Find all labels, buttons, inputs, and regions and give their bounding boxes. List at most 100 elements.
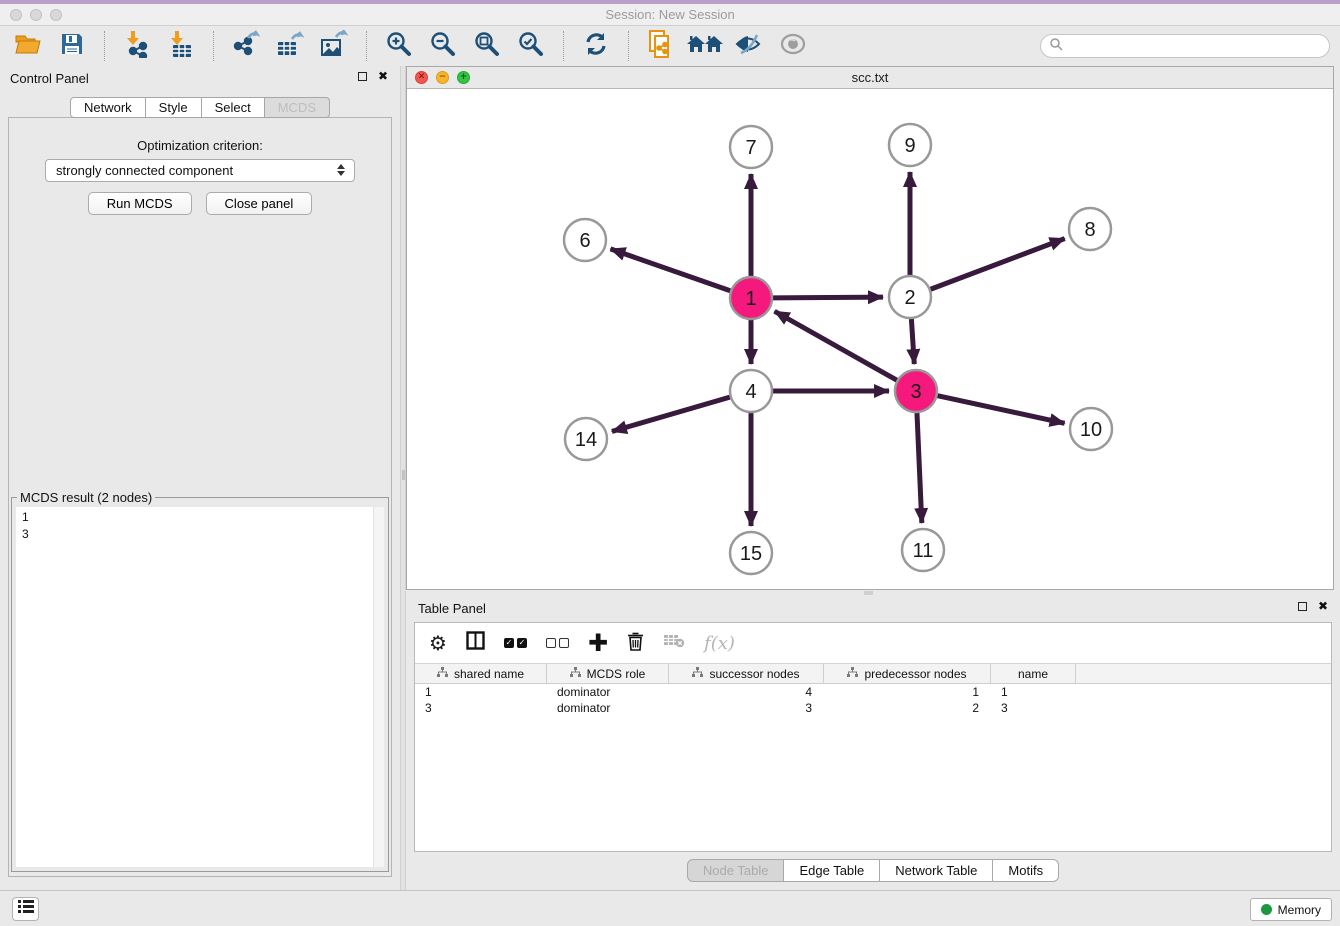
- svg-text:15: 15: [740, 543, 762, 565]
- open-folder-icon: [15, 33, 41, 60]
- export-image-button[interactable]: [312, 29, 356, 63]
- close-panel-icon[interactable]: ✖: [378, 71, 388, 81]
- node-11[interactable]: 11: [902, 529, 944, 571]
- tab-node-table[interactable]: Node Table: [687, 859, 785, 882]
- table-cell[interactable]: 2: [824, 700, 991, 716]
- node-14[interactable]: 14: [565, 418, 607, 460]
- column-header-successor-nodes[interactable]: successor nodes: [669, 664, 824, 683]
- table-cell[interactable]: dominator: [547, 684, 669, 700]
- close-table-panel-icon[interactable]: ✖: [1318, 601, 1328, 611]
- zoom-out-button[interactable]: [421, 29, 465, 63]
- edge-3-10[interactable]: [937, 396, 1064, 424]
- node-7[interactable]: 7: [730, 126, 772, 168]
- column-header-shared-name[interactable]: shared name: [415, 664, 547, 683]
- table-cell[interactable]: 1: [824, 684, 991, 700]
- search-input[interactable]: [1068, 39, 1321, 53]
- column-header-MCDS-role[interactable]: MCDS role: [547, 664, 669, 683]
- edge-1-2[interactable]: [773, 297, 883, 298]
- table-cell[interactable]: 1: [991, 684, 1076, 700]
- float-table-panel-icon[interactable]: [1298, 602, 1307, 611]
- tab-network[interactable]: Network: [70, 97, 146, 118]
- edge-4-14[interactable]: [612, 397, 730, 431]
- tree-sort-icon: [570, 667, 581, 681]
- network-window-titlebar[interactable]: ✕ − + scc.txt: [407, 67, 1333, 89]
- tab-network-table[interactable]: Network Table: [880, 859, 993, 882]
- open-session-button[interactable]: [6, 29, 50, 63]
- node-10[interactable]: 10: [1070, 408, 1112, 450]
- node-15[interactable]: 15: [730, 532, 772, 574]
- column-header-name[interactable]: name: [991, 664, 1076, 683]
- tab-select[interactable]: Select: [202, 97, 265, 118]
- deselect-all-rows-icon[interactable]: [546, 638, 569, 648]
- tab-style[interactable]: Style: [146, 97, 202, 118]
- import-table-button[interactable]: [159, 29, 203, 63]
- select-all-rows-icon[interactable]: ✓✓: [504, 638, 527, 648]
- table-cell[interactable]: 3: [669, 700, 824, 716]
- tab-motifs[interactable]: Motifs: [993, 859, 1059, 882]
- refresh-layout-button[interactable]: [574, 29, 618, 63]
- hide-panels-button[interactable]: [727, 29, 771, 63]
- edge-2-8[interactable]: [931, 239, 1065, 290]
- control-panel-title: Control Panel: [10, 71, 89, 86]
- tab-edge-table[interactable]: Edge Table: [784, 859, 880, 882]
- svg-text:4: 4: [745, 381, 756, 403]
- home-button[interactable]: [683, 29, 727, 63]
- svg-text:2: 2: [904, 287, 915, 309]
- delete-row-icon[interactable]: [627, 631, 644, 656]
- show-panels-button[interactable]: [771, 29, 815, 63]
- edge-3-1[interactable]: [775, 311, 897, 380]
- node-8[interactable]: 8: [1069, 208, 1111, 250]
- control-panel-tabs: NetworkStyleSelectMCDS: [0, 97, 400, 118]
- svg-text:8: 8: [1084, 219, 1095, 241]
- table-cell[interactable]: dominator: [547, 700, 669, 716]
- table-row[interactable]: 1dominator411: [415, 684, 1331, 700]
- mcds-result-text[interactable]: 1 3: [16, 507, 384, 867]
- memory-button[interactable]: Memory: [1250, 898, 1332, 921]
- edge-2-3[interactable]: [911, 319, 914, 364]
- zoom-fit-button[interactable]: [465, 29, 509, 63]
- network-canvas[interactable]: 7 9 6 8 1 2 4 3 14 10 15 11: [407, 89, 1333, 589]
- zoom-in-button[interactable]: [377, 29, 421, 63]
- float-panel-icon[interactable]: [358, 72, 367, 81]
- clone-network-button[interactable]: [639, 29, 683, 63]
- optimization-criterion-select[interactable]: strongly connected component: [45, 159, 355, 182]
- node-3[interactable]: 3: [895, 370, 937, 412]
- network-window-title: scc.txt: [407, 70, 1333, 85]
- node-1[interactable]: 1: [730, 277, 772, 319]
- add-row-icon[interactable]: ✚: [588, 633, 608, 653]
- column-header-predecessor-nodes[interactable]: predecessor nodes: [824, 664, 991, 683]
- zoom-selected-icon: [518, 31, 544, 62]
- tree-sort-icon: [692, 667, 703, 681]
- table-cell[interactable]: 1: [415, 684, 547, 700]
- table-row[interactable]: 3dominator323: [415, 700, 1331, 716]
- table-settings-icon[interactable]: ⚙: [429, 633, 447, 653]
- tree-sort-icon: [847, 667, 858, 681]
- import-network-button[interactable]: [115, 29, 159, 63]
- close-panel-button[interactable]: Close panel: [206, 192, 313, 215]
- task-history-button[interactable]: [12, 897, 39, 921]
- toolbar-separator: [628, 31, 629, 61]
- tab-mcds[interactable]: MCDS: [265, 97, 330, 118]
- column-layout-icon[interactable]: [466, 631, 485, 655]
- result-scrollbar[interactable]: [373, 507, 384, 867]
- export-table-icon: [276, 30, 304, 63]
- zoom-out-icon: [430, 31, 456, 62]
- node-9[interactable]: 9: [889, 124, 931, 166]
- node-6[interactable]: 6: [564, 219, 606, 261]
- table-cell[interactable]: 3: [415, 700, 547, 716]
- export-network-button[interactable]: [224, 29, 268, 63]
- export-table-button[interactable]: [268, 29, 312, 63]
- edge-1-6[interactable]: [610, 249, 730, 291]
- node-2[interactable]: 2: [889, 276, 931, 318]
- run-mcds-button[interactable]: Run MCDS: [88, 192, 192, 215]
- network-view-window: ✕ − + scc.txt 7 9 6 8 1 2 4 3 14 10 15 11: [406, 66, 1334, 590]
- eye-slash-icon: [735, 33, 763, 60]
- table-cell[interactable]: 4: [669, 684, 824, 700]
- edge-3-11[interactable]: [917, 413, 922, 523]
- toolbar-separator: [366, 31, 367, 61]
- node-4[interactable]: 4: [730, 370, 772, 412]
- table-cell[interactable]: 3: [991, 700, 1076, 716]
- save-session-button[interactable]: [50, 29, 94, 63]
- search-field[interactable]: [1040, 34, 1330, 58]
- zoom-selected-button[interactable]: [509, 29, 553, 63]
